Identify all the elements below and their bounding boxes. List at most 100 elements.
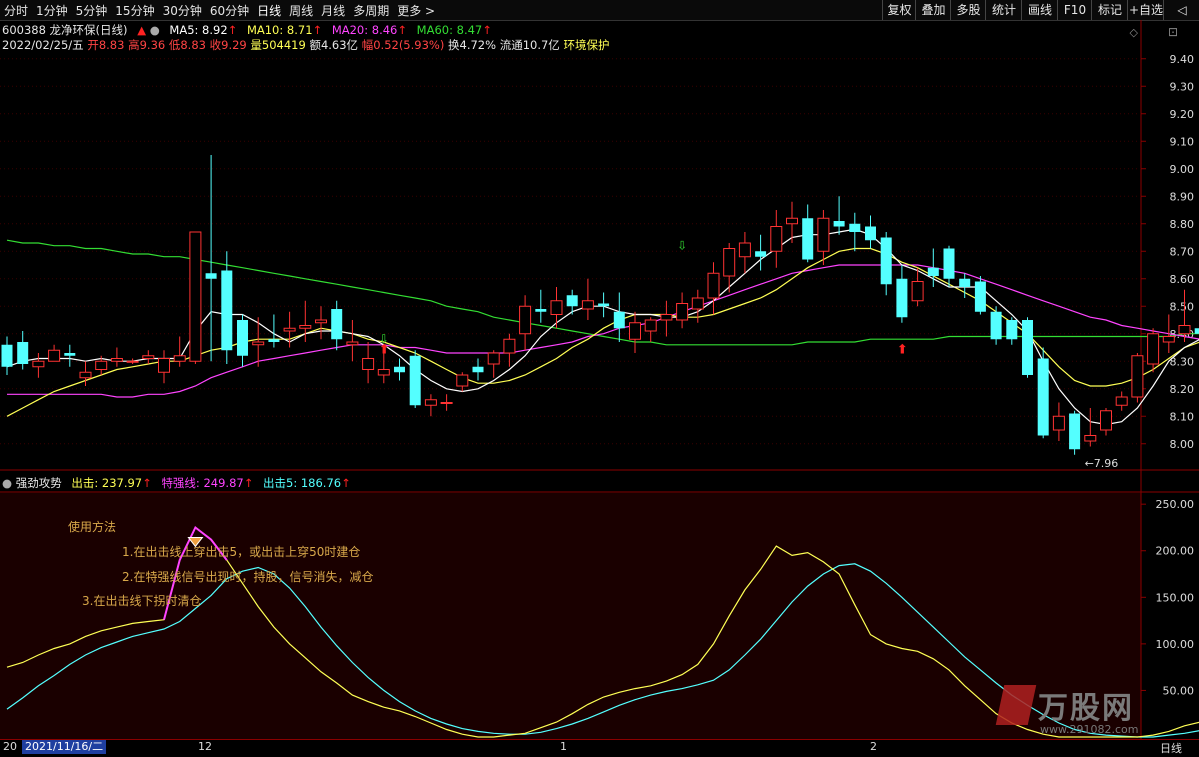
candle-body[interactable] <box>1100 410 1112 431</box>
candle-body[interactable] <box>535 309 547 312</box>
up-arrow-icon: ↑ <box>341 476 351 490</box>
price-tick-label: 8.80 <box>1170 218 1195 231</box>
candle-body[interactable] <box>1147 333 1160 365</box>
price-tick-label: 9.10 <box>1170 135 1195 148</box>
strong-label: 特强线: 249.87 <box>161 476 244 490</box>
candle-body[interactable] <box>377 369 390 376</box>
candle-body[interactable] <box>802 218 814 260</box>
candle-body[interactable] <box>550 300 563 315</box>
candle-body[interactable] <box>237 320 248 356</box>
candle-body[interactable] <box>456 374 469 387</box>
candle-body[interactable] <box>613 311 625 329</box>
candle-body[interactable] <box>786 217 798 225</box>
watermark-url: www.291082.com <box>1040 723 1139 736</box>
candle-body[interactable] <box>896 278 908 318</box>
candle-body[interactable] <box>346 341 359 346</box>
candle-body[interactable] <box>394 366 405 373</box>
candle-body[interactable] <box>221 270 233 351</box>
indicator-tick-label: 250.00 <box>1156 498 1195 511</box>
price-tick-label: 8.20 <box>1170 383 1195 396</box>
out-label: 出击: 237.97 <box>71 476 143 490</box>
sell-signal-icon: ⇩ <box>677 238 687 252</box>
indicator-background <box>0 493 1141 739</box>
candle-body[interactable] <box>424 399 437 406</box>
candle-body[interactable] <box>911 281 924 302</box>
candle-body[interactable] <box>440 402 453 404</box>
candle-body[interactable] <box>409 355 421 406</box>
diamond-icon[interactable]: ◇ <box>1130 26 1139 39</box>
candle-body[interactable] <box>1037 358 1049 436</box>
watermark-logo-icon <box>995 685 1037 725</box>
candle-body[interactable] <box>252 341 265 346</box>
expand-icon[interactable]: ⊡ <box>1168 25 1178 39</box>
price-tick-label: 8.10 <box>1170 410 1195 423</box>
candle-body[interactable] <box>17 342 29 364</box>
candle-body[interactable] <box>79 371 92 379</box>
candle-body[interactable] <box>738 242 751 258</box>
candle-body[interactable] <box>1052 415 1065 431</box>
candle-body[interactable] <box>1162 336 1175 343</box>
candle-body[interactable] <box>205 273 217 279</box>
candle-body[interactable] <box>268 339 280 342</box>
candle-body[interactable] <box>189 231 202 362</box>
kline-chart[interactable]: 9.40 9.30 9.20 9.10 9.00 8.90 8.80 8.70 8.60 8.50… <box>0 0 1199 756</box>
candle-body[interactable] <box>331 309 343 340</box>
candle-body[interactable] <box>158 358 170 373</box>
candle-body[interactable] <box>95 360 108 370</box>
candle-body[interactable] <box>519 305 532 335</box>
candle-body[interactable] <box>880 237 892 285</box>
candle-body[interactable] <box>315 319 327 324</box>
candle-body[interactable] <box>487 352 500 365</box>
candle-body[interactable] <box>943 248 955 279</box>
candle-body[interactable] <box>865 226 876 241</box>
candle-body[interactable] <box>1115 396 1128 406</box>
candle-body[interactable] <box>691 297 704 310</box>
candle-body[interactable] <box>644 319 657 332</box>
candle-body[interactable] <box>959 278 971 287</box>
candle-body[interactable] <box>566 295 578 307</box>
candle-body[interactable] <box>927 267 939 276</box>
candle-body[interactable] <box>1131 355 1144 398</box>
candle-body[interactable] <box>990 311 1002 340</box>
note-title: 使用方法 <box>68 520 117 534</box>
candle-body[interactable] <box>1069 413 1081 450</box>
candle-body[interactable] <box>1006 320 1018 340</box>
candle-body[interactable] <box>707 272 720 299</box>
price-tick-label: 8.00 <box>1170 438 1195 451</box>
candle-body[interactable] <box>299 325 312 329</box>
candle-body[interactable] <box>755 251 767 257</box>
candle-body[interactable] <box>64 353 76 356</box>
candle-body[interactable] <box>126 360 139 363</box>
candle-body[interactable] <box>48 349 61 362</box>
candle-body[interactable] <box>503 338 516 354</box>
candle-body[interactable] <box>1022 320 1033 375</box>
date-label: 20 <box>3 740 17 753</box>
out5-label: 出击5: 186.76 <box>263 476 342 490</box>
candle-body[interactable] <box>283 327 296 332</box>
watermark-brand: 万股网 <box>1038 691 1134 726</box>
candle-body[interactable] <box>849 223 861 232</box>
candle-body[interactable] <box>110 358 123 362</box>
candle-body[interactable] <box>472 366 484 373</box>
candle-body[interactable] <box>817 217 830 252</box>
candle-body[interactable] <box>723 248 736 277</box>
candle-body[interactable] <box>32 360 45 368</box>
buy-signal-icon: ⬆ <box>379 342 390 357</box>
candle-body[interactable] <box>1 344 13 367</box>
candle-body[interactable] <box>676 303 689 321</box>
candle-body[interactable] <box>1194 328 1199 334</box>
candle-body[interactable] <box>362 358 375 370</box>
collapse-icon[interactable]: ● <box>2 476 12 490</box>
candle-body[interactable] <box>660 314 673 321</box>
candle-body[interactable] <box>1084 435 1097 442</box>
candle-body[interactable] <box>1178 325 1191 335</box>
candle-body[interactable] <box>598 303 610 307</box>
indicator-info-bar: ● 强劲攻势 出击: 237.97↑ 特强线: 249.87↑ 出击5: 186… <box>2 475 351 491</box>
candle-body[interactable] <box>770 226 783 252</box>
candle-body[interactable] <box>629 322 641 340</box>
candle-body[interactable] <box>173 355 186 362</box>
candle-body[interactable] <box>581 300 594 310</box>
candle-body[interactable] <box>142 355 155 359</box>
candle-body[interactable] <box>974 281 986 312</box>
candle-body[interactable] <box>833 221 845 227</box>
